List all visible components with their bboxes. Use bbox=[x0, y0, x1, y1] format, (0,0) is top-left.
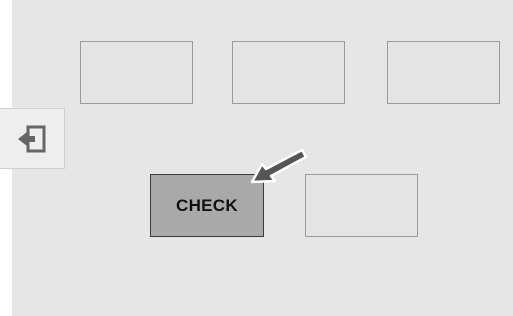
exit-door-icon bbox=[18, 125, 46, 152]
empty-box-top-middle[interactable] bbox=[232, 41, 345, 104]
exit-tab[interactable] bbox=[0, 108, 65, 169]
check-button-label: CHECK bbox=[176, 195, 238, 215]
empty-box-top-right[interactable] bbox=[387, 41, 500, 104]
empty-box-bottom-right[interactable] bbox=[305, 174, 418, 237]
empty-box-top-left[interactable] bbox=[80, 41, 193, 104]
check-button[interactable]: CHECK bbox=[150, 174, 264, 237]
